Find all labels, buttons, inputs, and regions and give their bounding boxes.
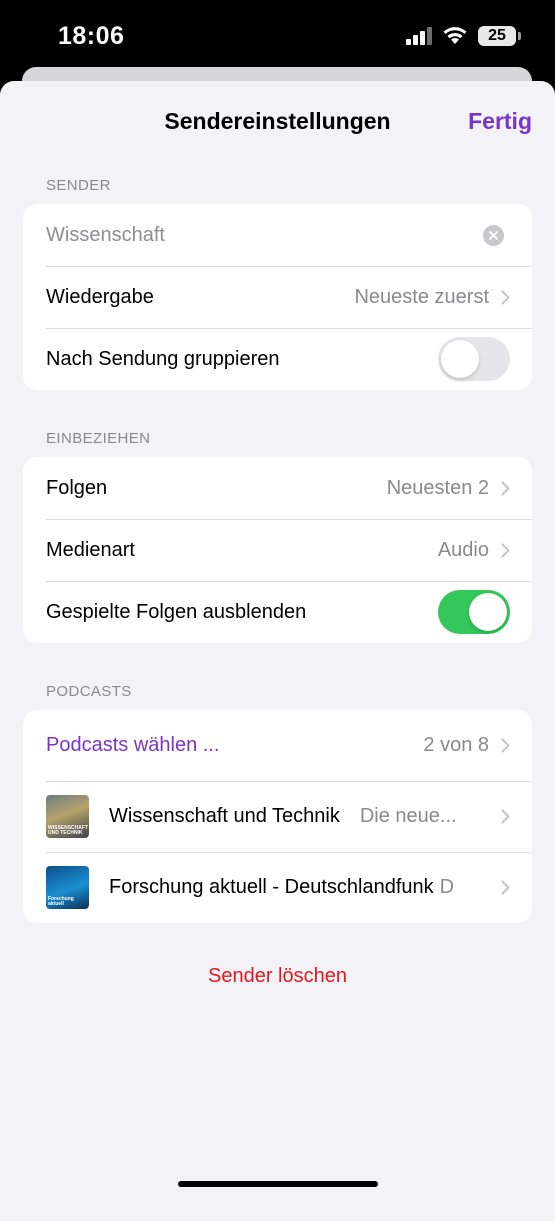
chevron-right-icon (501, 290, 510, 305)
playback-label: Wiedergabe (46, 285, 154, 308)
choose-podcasts-label: Podcasts wählen ... (46, 734, 220, 756)
hide-played-row: Gespielte Folgen ausblenden (23, 581, 532, 643)
chevron-right-icon (501, 481, 510, 496)
podcast-artwork-text: WISSENSCHAFT UND TECHNIK (48, 825, 88, 836)
podcast-title: Wissenschaft und Technik (109, 805, 340, 827)
hide-played-label: Gespielte Folgen ausblenden (46, 600, 307, 623)
group-by-show-label: Nach Sendung gruppieren (46, 347, 280, 370)
delete-station-button[interactable]: Sender löschen (0, 965, 555, 988)
station-name-input[interactable] (46, 223, 483, 247)
battery-icon: 25 (478, 26, 516, 46)
home-indicator[interactable] (178, 1181, 378, 1187)
section-header-include: EINBEZIEHEN (46, 430, 151, 447)
podcast-artwork-text: Forschung aktuell (48, 896, 74, 907)
playback-value: Neueste zuerst (354, 285, 489, 308)
episodes-row[interactable]: Folgen Neuesten 2 (23, 457, 532, 519)
choose-podcasts-count: 2 von 8 (423, 734, 489, 756)
status-time: 18:06 (58, 22, 125, 50)
podcast-list-item[interactable]: Forschung aktuell Forschung aktuell - De… (23, 852, 532, 923)
hide-played-toggle[interactable] (438, 590, 510, 634)
wifi-icon (442, 25, 468, 50)
done-button[interactable]: Fertig (468, 108, 532, 135)
name-field-row[interactable] (23, 204, 532, 266)
episodes-value: Neuesten 2 (386, 476, 489, 499)
chevron-right-icon (501, 543, 510, 558)
group-by-show-row: Nach Sendung gruppieren (23, 328, 532, 390)
choose-podcasts-row[interactable]: Podcasts wählen ... 2 von 8 (23, 710, 532, 781)
clear-text-icon[interactable] (483, 224, 504, 246)
sender-card: Wiedergabe Neueste zuerst Nach Sendung g… (23, 204, 532, 390)
podcast-subtitle: D (439, 876, 455, 898)
podcast-title: Forschung aktuell - Deutschlandfunk (109, 876, 434, 898)
section-header-sender: SENDER (46, 177, 111, 194)
episodes-label: Folgen (46, 476, 108, 499)
podcast-list-item[interactable]: WISSENSCHAFT UND TECHNIK Wissenschaft un… (23, 781, 532, 852)
cellular-signal-icon (406, 27, 434, 50)
settings-sheet: Sendereinstellungen Fertig SENDER Wieder… (0, 81, 555, 1221)
playback-row[interactable]: Wiedergabe Neueste zuerst (23, 266, 532, 328)
toggle-knob (469, 593, 507, 631)
battery-cap (518, 32, 521, 40)
chevron-right-icon (501, 880, 510, 895)
include-card: Folgen Neuesten 2 Medienart Audio Gespie… (23, 457, 532, 643)
podcasts-card: Podcasts wählen ... 2 von 8 WISSENSCHAFT… (23, 710, 532, 923)
podcast-artwork: Forschung aktuell (46, 866, 89, 909)
group-by-show-toggle[interactable] (438, 337, 510, 381)
podcast-subtitle: Die neue... (359, 805, 457, 827)
media-type-row[interactable]: Medienart Audio (23, 519, 532, 581)
chevron-right-icon (501, 738, 510, 753)
podcast-artwork: WISSENSCHAFT UND TECHNIK (46, 795, 89, 838)
media-type-value: Audio (437, 538, 489, 561)
media-type-label: Medienart (46, 538, 135, 561)
section-header-podcasts: PODCASTS (46, 683, 132, 700)
toggle-knob (441, 340, 479, 378)
chevron-right-icon (501, 809, 510, 824)
